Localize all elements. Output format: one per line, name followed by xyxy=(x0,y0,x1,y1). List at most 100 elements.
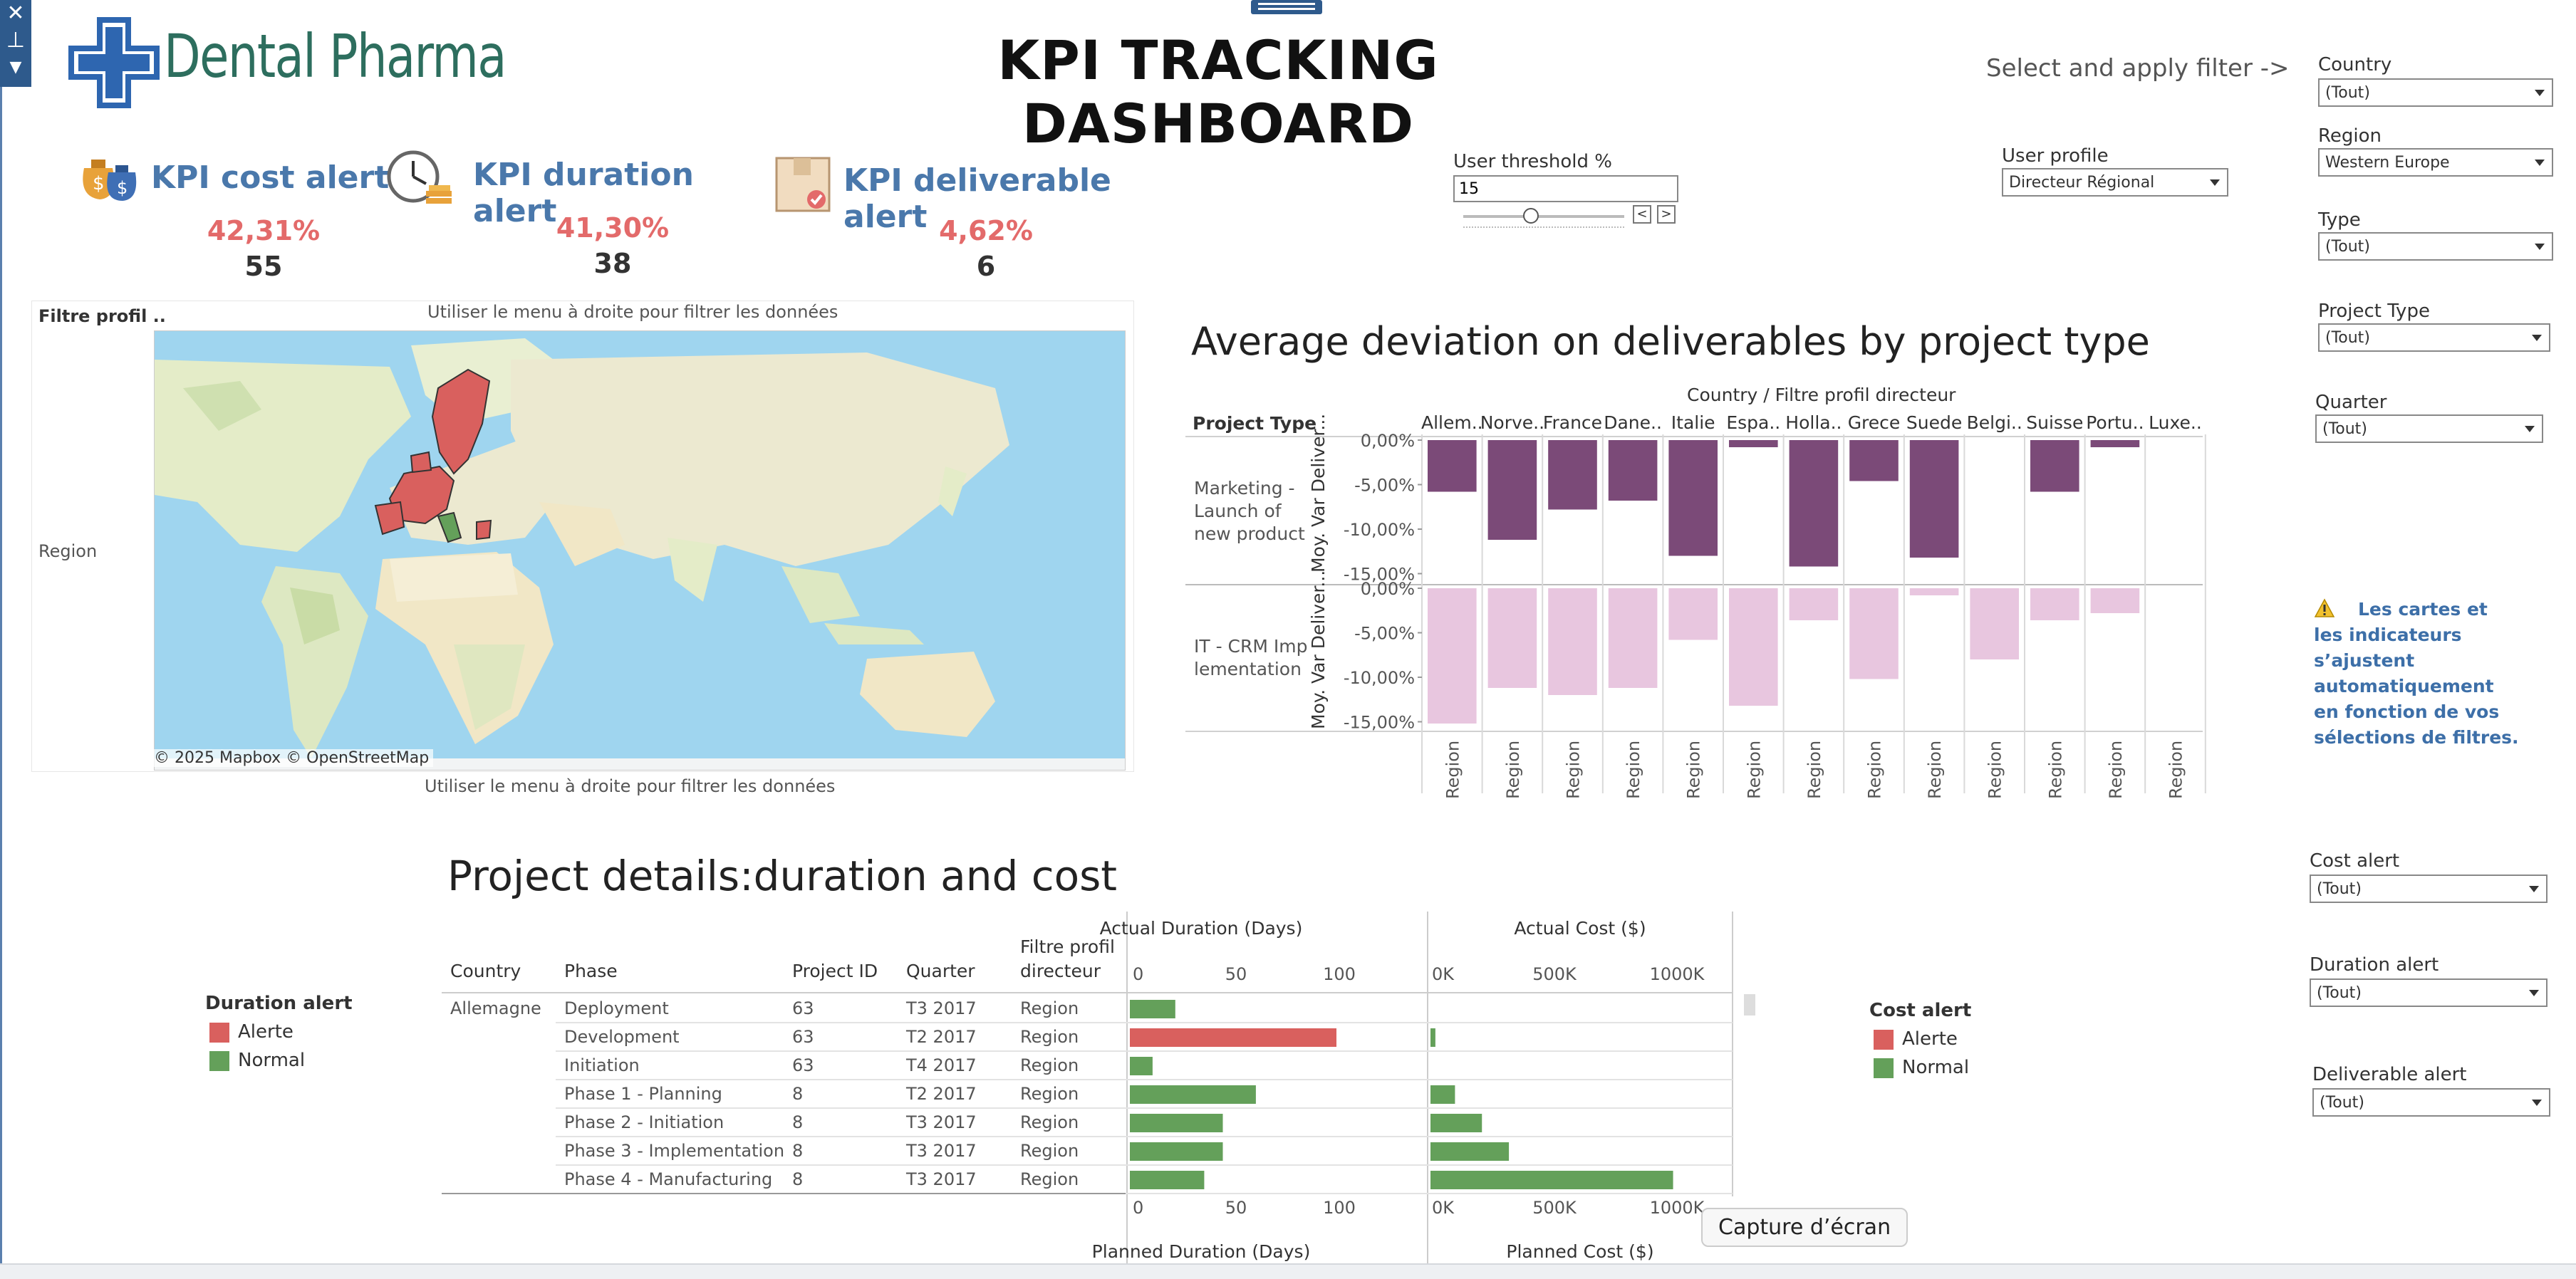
deviation-bar[interactable] xyxy=(1487,588,1537,688)
deviation-bar[interactable] xyxy=(2090,588,2140,613)
deliverable-alert-value: (Tout) xyxy=(2320,1094,2364,1112)
duration-bar[interactable] xyxy=(1130,1114,1223,1132)
kpi-duration-pct: 41,30% xyxy=(556,212,670,244)
duration-alert-select[interactable]: (Tout) xyxy=(2310,978,2548,1007)
duration-axis-bottom-title: Planned Duration (Days) xyxy=(1092,1241,1311,1262)
world-map[interactable] xyxy=(154,330,1126,771)
user-profile-select[interactable]: Directeur Régional xyxy=(2002,168,2228,197)
deviation-bar[interactable] xyxy=(2030,588,2079,620)
duration-bar[interactable] xyxy=(1130,1028,1336,1047)
scrollbar-thumb[interactable] xyxy=(1744,994,1755,1016)
duration-bar[interactable] xyxy=(1130,1057,1153,1075)
deviation-bar[interactable] xyxy=(1548,588,1597,695)
deviation-bar[interactable] xyxy=(1789,440,1839,567)
deviation-bar[interactable] xyxy=(1487,440,1537,540)
kpi-deliverable-pct: 4,62% xyxy=(939,215,1033,246)
deviation-bar[interactable] xyxy=(2090,440,2140,447)
deviation-bar[interactable] xyxy=(1729,440,1778,447)
chevron-down-icon xyxy=(2525,426,2535,432)
deviation-bar[interactable] xyxy=(1668,588,1718,640)
deliverable-alert-select[interactable]: (Tout) xyxy=(2312,1088,2550,1117)
table-cell: 63 xyxy=(792,1055,814,1075)
kpi-cost-card: $ $ KPI cost alert 42,31% 55 xyxy=(71,144,406,293)
deviation-bar[interactable] xyxy=(1608,588,1658,688)
cost-alert-select[interactable]: (Tout) xyxy=(2310,875,2548,903)
deviation-bar[interactable] xyxy=(1428,440,1477,492)
deviation-bar[interactable] xyxy=(1668,440,1718,556)
region-label: Region xyxy=(1503,741,1523,799)
threshold-label: User threshold % xyxy=(1453,151,1612,172)
map-credit: © 2025 Mapbox © OpenStreetMap xyxy=(150,749,434,767)
chevron-left-icon[interactable]: < xyxy=(1633,205,1651,224)
duration-axis-title: Actual Duration (Days) xyxy=(1100,918,1303,939)
quarter-select[interactable]: (Tout) xyxy=(2315,414,2543,443)
deviation-bar[interactable] xyxy=(1608,440,1658,501)
deviation-bar[interactable] xyxy=(1789,588,1839,620)
left-border xyxy=(0,87,2,1279)
cost-bar[interactable] xyxy=(1430,1142,1510,1161)
category-label: Luxe.. xyxy=(2149,412,2202,433)
category-label: Espa.. xyxy=(1726,412,1780,433)
quarter-value: (Tout) xyxy=(2322,420,2367,438)
logo-cross-icon xyxy=(68,17,160,108)
deviation-chart: Allem.. Region Norve.. Region France Region Da… xyxy=(1325,406,2208,805)
kpi-cost-count: 55 xyxy=(244,251,283,282)
map-hint-bottom: Utiliser le menu à droite pour filtrer l… xyxy=(425,776,836,796)
chevron-down-icon[interactable]: ▼ xyxy=(0,54,31,81)
kpi-cost-pct: 42,31% xyxy=(207,215,321,246)
project-details-table: Country Phase Project ID Quarter Filtre prof… xyxy=(442,912,1767,1268)
chevron-down-icon xyxy=(2529,990,2539,996)
threshold-input[interactable] xyxy=(1453,175,1678,202)
cost-bar[interactable] xyxy=(1430,1085,1455,1104)
deviation-column-header: Country / Filtre profil directeur xyxy=(1687,385,1956,405)
type-select[interactable]: (Tout) xyxy=(2318,232,2553,261)
cost-tick: 1000K xyxy=(1650,1198,1705,1218)
region-label: Region xyxy=(1564,741,1584,799)
chevron-right-icon[interactable]: > xyxy=(1657,205,1676,224)
cost-axis-title: Actual Cost ($) xyxy=(1514,918,1646,939)
y-tick-label: 0,00% xyxy=(1361,431,1415,451)
table-cell: Region xyxy=(1020,1027,1079,1047)
info-note: Les cartes et les indicateurs s’ajustent… xyxy=(2314,599,2519,748)
chevron-down-icon xyxy=(2532,1100,2542,1106)
pin-icon[interactable]: ⊥ xyxy=(0,27,31,54)
project-type-select[interactable]: (Tout) xyxy=(2318,323,2550,352)
close-icon[interactable]: ✕ xyxy=(0,0,31,27)
drag-handle-icon[interactable] xyxy=(1251,0,1322,16)
table-cell: Region xyxy=(1020,1169,1079,1189)
screenshot-tooltip: Capture d’écran xyxy=(1701,1208,1908,1247)
brand-name: Dental Pharma xyxy=(164,21,507,91)
cost-bar[interactable] xyxy=(1430,1028,1435,1047)
category-label: Portu.. xyxy=(2086,412,2144,433)
cost-bar[interactable] xyxy=(1430,1114,1482,1132)
threshold-slider-track[interactable] xyxy=(1463,215,1624,218)
country-select[interactable]: (Tout) xyxy=(2318,78,2553,107)
region-label: Region xyxy=(1925,741,1945,799)
region-label: Region xyxy=(1804,741,1824,799)
deviation-bar[interactable] xyxy=(1548,440,1597,510)
project-details-title: Project details:duration and cost xyxy=(447,852,1118,900)
deviation-bar[interactable] xyxy=(1970,588,2019,659)
map-filter-label: Filtre profil .. xyxy=(38,306,166,326)
deviation-bar[interactable] xyxy=(1909,440,1959,558)
threshold-slider-thumb[interactable] xyxy=(1523,208,1539,224)
chevron-down-icon xyxy=(2535,244,2545,250)
duration-bar[interactable] xyxy=(1130,1142,1223,1161)
deviation-bar[interactable] xyxy=(1909,588,1959,595)
duration-bar[interactable] xyxy=(1130,1085,1256,1104)
deviation-bar[interactable] xyxy=(1729,588,1778,706)
table-cell: T4 2017 xyxy=(905,1055,977,1075)
duration-bar[interactable] xyxy=(1130,1171,1205,1189)
deviation-bar[interactable] xyxy=(1849,440,1899,481)
deviation-bar[interactable] xyxy=(2030,440,2079,492)
deviation-bar[interactable] xyxy=(1849,588,1899,679)
category-label: Allem.. xyxy=(1421,412,1483,433)
table-cell: Phase 2 - Initiation xyxy=(564,1112,724,1132)
category-label: Suede xyxy=(1906,412,1962,433)
region-select[interactable]: Western Europe xyxy=(2318,148,2553,177)
column-header: Filtre profil xyxy=(1020,936,1115,957)
duration-bar[interactable] xyxy=(1130,1000,1175,1018)
legend-swatch-normal xyxy=(1874,1058,1894,1078)
cost-bar[interactable] xyxy=(1430,1171,1673,1189)
deviation-bar[interactable] xyxy=(1428,588,1477,724)
